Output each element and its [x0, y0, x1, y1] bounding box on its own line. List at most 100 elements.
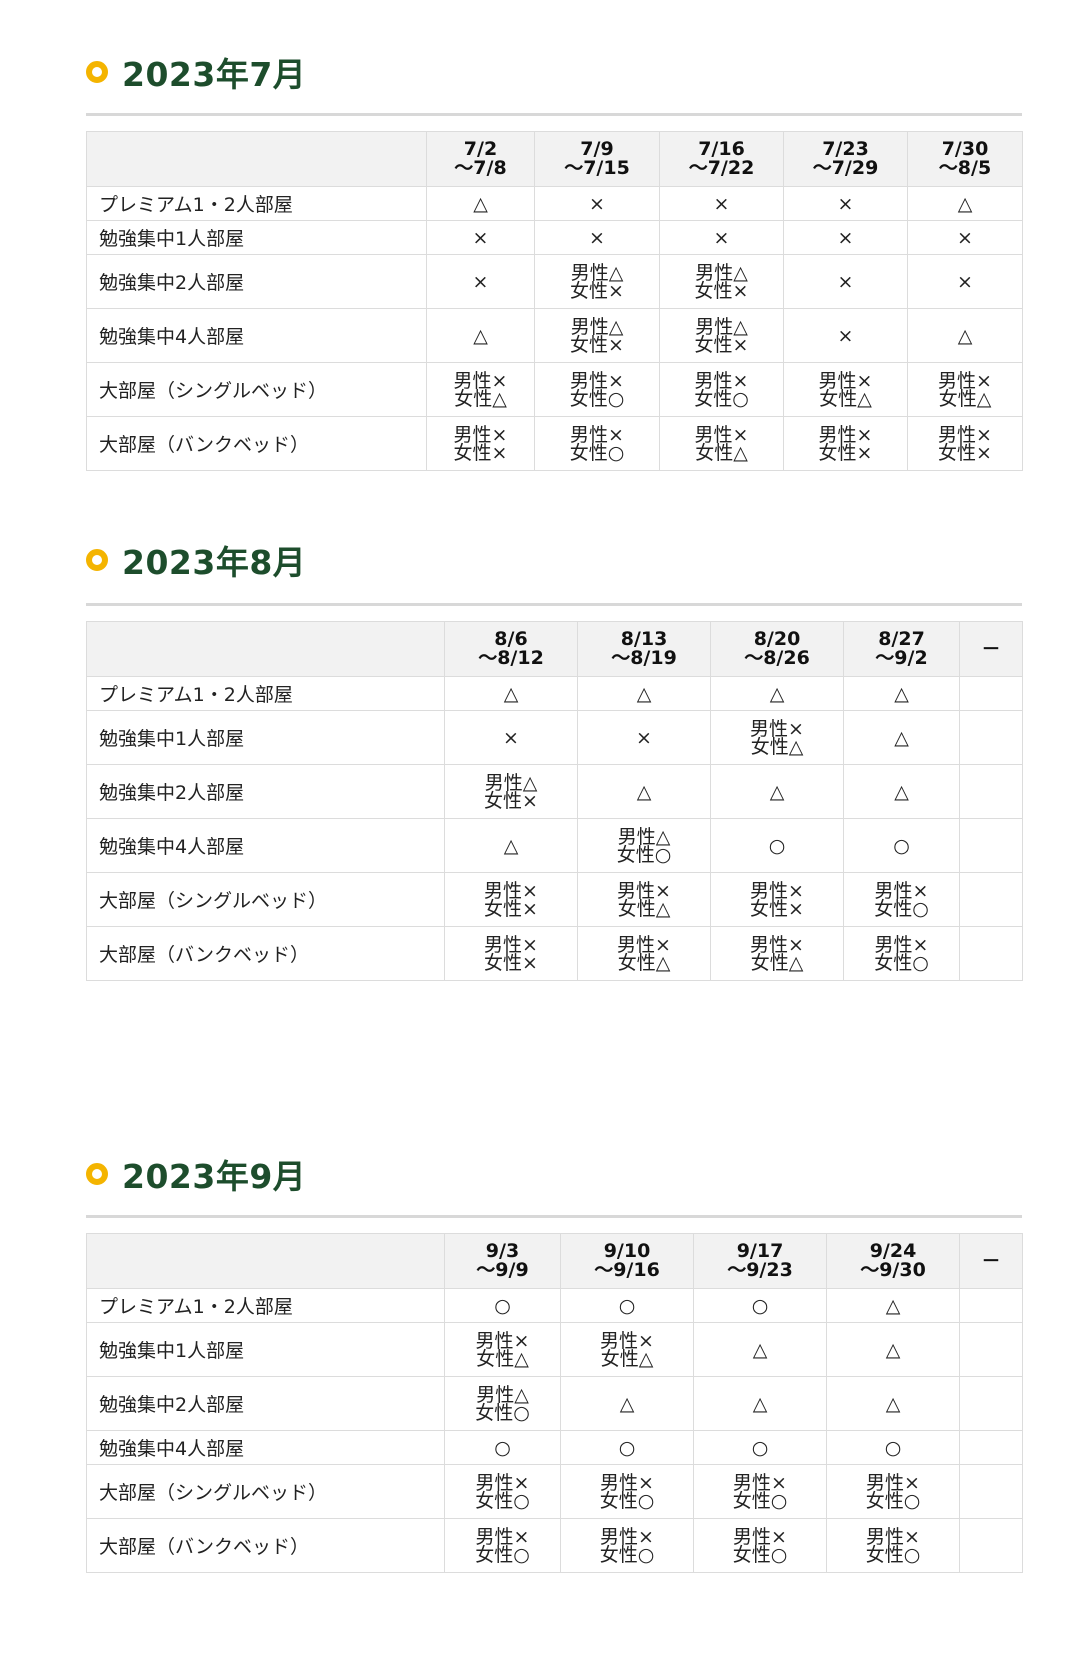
- table-row: 大部屋（シングルベッド） 男性× 女性× 男性× 女性△ 男性× 女性× 男性× 女性○: [86, 872, 1023, 927]
- availability-status: △: [619, 1392, 635, 1415]
- section-august: 2023年8月 8/6 ～8/12 8/13 ～8/19 8/20 ～8/26 8/2…: [86, 536, 1074, 981]
- availability-cell: 男性× 女性△: [783, 362, 908, 417]
- availability-cell: [959, 872, 1023, 927]
- availability-cell: 男性× 女性○: [534, 362, 660, 417]
- week-header: 9/24 ～9/30: [826, 1233, 960, 1289]
- availability-status: △: [957, 192, 973, 215]
- availability-cell: 男性× 女性○: [444, 1518, 561, 1573]
- availability-cell: [959, 710, 1023, 765]
- table-row: 勉強集中1人部屋 × × 男性× 女性△ △: [86, 710, 1023, 765]
- availability-cell: ○: [826, 1430, 960, 1465]
- room-type-label: 勉強集中4人部屋: [86, 308, 427, 363]
- section-september: 2023年9月 9/3 ～9/9 9/10 ～9/16 9/17 ～9/23 9/24…: [86, 1150, 1074, 1573]
- room-type-label: 大部屋（バンクベッド）: [86, 1518, 445, 1573]
- availability-status: 女性○: [694, 387, 749, 410]
- room-type-label: 大部屋（シングルベッド）: [86, 1464, 445, 1519]
- availability-status: △: [503, 682, 519, 705]
- availability-cell: [959, 1376, 1023, 1431]
- availability-status: △: [894, 682, 909, 705]
- availability-cell: 男性× 女性○: [826, 1518, 960, 1573]
- week-header: －: [959, 1233, 1023, 1289]
- availability-cell: △: [693, 1322, 827, 1377]
- availability-status: 女性×: [570, 333, 624, 356]
- table-row: 勉強集中4人部屋 ○ ○ ○ ○: [86, 1430, 1023, 1465]
- availability-cell: △: [693, 1376, 827, 1431]
- availability-cell: △: [577, 676, 711, 711]
- availability-cell: [959, 818, 1023, 873]
- availability-status: △: [752, 1392, 768, 1415]
- availability-cell: [959, 676, 1023, 711]
- availability-cell: △: [907, 308, 1023, 363]
- availability-status: 女性×: [818, 441, 873, 464]
- week-header: 8/27 ～9/2: [843, 621, 960, 677]
- availability-status: △: [957, 324, 973, 347]
- table-row: 大部屋（シングルベッド） 男性× 女性○ 男性× 女性○ 男性× 女性○ 男性× 女性○: [86, 1464, 1023, 1519]
- room-type-label: 勉強集中2人部屋: [86, 1376, 445, 1431]
- section-title: 2023年9月: [122, 1157, 307, 1196]
- availability-cell: ○: [444, 1288, 561, 1323]
- room-type-label: 大部屋（バンクベッド）: [86, 926, 445, 981]
- week-header: 8/20 ～8/26: [710, 621, 844, 677]
- availability-cell: △: [843, 764, 960, 819]
- availability-cell: 男性× 女性△: [577, 872, 711, 927]
- table-row: 大部屋（バンクベッド） 男性× 女性× 男性× 女性△ 男性× 女性△ 男性× 女性○: [86, 926, 1023, 981]
- table-header-row: 7/2 ～7/8 7/9 ～7/15 7/16 ～7/22 7/23 ～7/29 7/3…: [86, 131, 1023, 187]
- availability-cell: △: [843, 676, 960, 711]
- availability-status: ○: [494, 1436, 511, 1459]
- availability-status: ○: [618, 1436, 636, 1459]
- week-header: 7/16 ～7/22: [659, 131, 784, 187]
- availability-cell: ×: [907, 254, 1023, 309]
- availability-cell: [959, 1288, 1023, 1323]
- availability-status: △: [473, 324, 488, 347]
- availability-status: 女性○: [616, 843, 672, 866]
- availability-status: △: [473, 192, 488, 215]
- availability-cell: △: [444, 818, 578, 873]
- availability-cell: △: [426, 186, 535, 221]
- availability-status: △: [636, 780, 652, 803]
- availability-table: 8/6 ～8/12 8/13 ～8/19 8/20 ～8/26 8/27 ～9/2 － …: [86, 621, 1023, 981]
- table-row: 勉強集中4人部屋 △ 男性△ 女性× 男性△ 女性× × △: [86, 308, 1023, 363]
- availability-cell: 男性× 女性○: [534, 416, 660, 471]
- availability-status: ×: [837, 324, 854, 347]
- availability-status: 女性△: [476, 1347, 529, 1370]
- availability-cell: ×: [783, 186, 908, 221]
- week-header: 8/13 ～8/19: [577, 621, 711, 677]
- availability-status: 女性△: [750, 951, 804, 974]
- availability-status: 女性△: [617, 951, 671, 974]
- availability-cell: ○: [444, 1430, 561, 1465]
- availability-cell: △: [560, 1376, 694, 1431]
- availability-cell: 男性× 女性×: [444, 872, 578, 927]
- availability-cell: ×: [783, 254, 908, 309]
- availability-cell: △: [843, 710, 960, 765]
- table-header-row: 8/6 ～8/12 8/13 ～8/19 8/20 ～8/26 8/27 ～9/2 －: [86, 621, 1023, 677]
- availability-status: 女性△: [819, 387, 872, 410]
- availability-status: 女性△: [938, 387, 992, 410]
- availability-status: ○: [751, 1294, 769, 1317]
- availability-cell: 男性× 女性○: [659, 362, 784, 417]
- availability-status: ○: [884, 1436, 902, 1459]
- availability-cell: [959, 1322, 1023, 1377]
- week-header: 9/3 ～9/9: [444, 1233, 561, 1289]
- availability-cell: △: [826, 1376, 960, 1431]
- availability-status: ×: [957, 270, 973, 293]
- availability-status: ×: [589, 192, 605, 215]
- availability-cell: 男性× 女性○: [560, 1464, 694, 1519]
- availability-status: △: [885, 1338, 901, 1361]
- availability-cell: 男性× 女性○: [693, 1518, 827, 1573]
- availability-cell: ×: [659, 220, 784, 255]
- room-type-label: 勉強集中2人部屋: [86, 764, 445, 819]
- availability-status: 女性○: [569, 387, 625, 410]
- availability-cell: [959, 764, 1023, 819]
- availability-status: ×: [503, 726, 519, 749]
- week-header: 8/6 ～8/12: [444, 621, 578, 677]
- availability-status: △: [885, 1294, 901, 1317]
- availability-table: 7/2 ～7/8 7/9 ～7/15 7/16 ～7/22 7/23 ～7/29 7/3…: [86, 131, 1023, 471]
- room-type-label: 大部屋（シングルベッド）: [86, 362, 427, 417]
- week-header: 7/2 ～7/8: [426, 131, 535, 187]
- availability-cell: 男性△ 女性×: [444, 764, 578, 819]
- availability-status: 女性○: [569, 441, 625, 464]
- availability-cell: 男性× 女性×: [907, 416, 1023, 471]
- availability-status: ○: [768, 834, 786, 857]
- room-type-label: 勉強集中1人部屋: [86, 1322, 445, 1377]
- availability-status: ○: [893, 834, 910, 857]
